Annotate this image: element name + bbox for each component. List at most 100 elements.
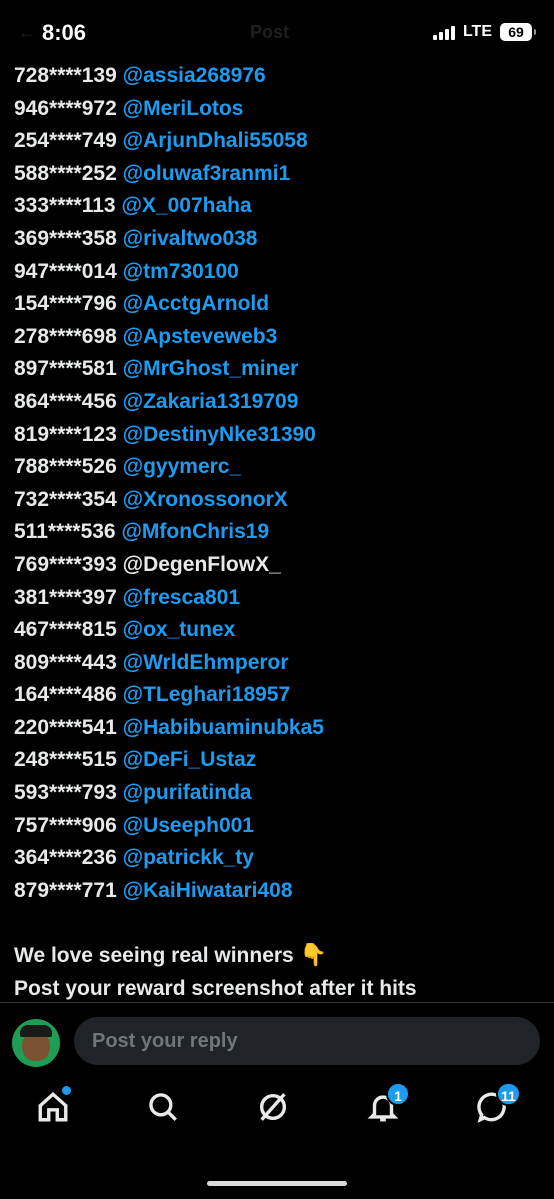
winner-row: 220****541 @Habibuaminubka5 [14, 712, 324, 745]
masked-id: 769****393 [14, 552, 117, 576]
winner-row: 154****796 @AcctgArnold [14, 288, 324, 321]
tab-search[interactable] [146, 1090, 186, 1130]
post-message: We love seeing real winners 👇 Post your r… [14, 938, 417, 1005]
user-mention-link[interactable]: @rivaltwo038 [123, 227, 258, 250]
winner-row: 593****793 @purifatinda [14, 777, 324, 810]
grok-icon [259, 1093, 287, 1121]
user-mention-link[interactable]: @Useeph001 [123, 814, 254, 837]
user-mention-link[interactable]: @fresca801 [123, 586, 240, 609]
masked-id: 593****793 [14, 781, 117, 805]
search-icon [149, 1093, 177, 1121]
winner-row: 588****252 @oluwaf3ranmi1 [14, 158, 324, 191]
winner-row: 369****358 @rivaltwo038 [14, 223, 324, 256]
masked-id: 947****014 [14, 259, 117, 283]
pointing-down-emoji: 👇 [299, 942, 328, 967]
masked-id: 164****486 [14, 683, 117, 707]
winner-row: 947****014 @tm730100 [14, 256, 324, 289]
user-mention-link[interactable]: @patrickk_ty [123, 846, 254, 869]
user-mention-link[interactable]: @AcctgArnold [123, 292, 269, 315]
user-mention-link[interactable]: @MfonChris19 [121, 520, 269, 543]
home-unread-dot [62, 1086, 71, 1095]
tab-home[interactable] [36, 1086, 76, 1130]
user-mention-link[interactable]: @MeriLotos [123, 97, 244, 120]
winner-row: 788****526 @gyymerc_ [14, 451, 324, 484]
winner-row: 467****815 @ox_tunex [14, 614, 324, 647]
masked-id: 467****815 [14, 618, 117, 642]
reply-bar [0, 1002, 554, 1079]
user-mention-link[interactable]: @DegenFlowX_ [123, 553, 281, 576]
winner-row: 769****393 @DegenFlowX_ [14, 549, 324, 582]
winner-row: 732****354 @XronossonorX [14, 484, 324, 517]
tab-notifications[interactable]: 1 [366, 1082, 410, 1130]
winner-row: 381****397 @fresca801 [14, 582, 324, 615]
faded-post-title: Post [250, 22, 290, 42]
user-mention-link[interactable]: @X_007haha [121, 194, 251, 217]
user-mention-link[interactable]: @Zakaria1319709 [123, 390, 299, 413]
user-mention-link[interactable]: @XronossonorX [123, 488, 288, 511]
status-indicators: LTE 69 [432, 23, 536, 41]
network-label: LTE [462, 23, 492, 40]
user-mention-link[interactable]: @Habibuaminubka5 [123, 716, 324, 739]
masked-id: 369****358 [14, 226, 117, 250]
status-bar: ← Post 8:06 LTE 69 [0, 0, 554, 64]
user-mention-link[interactable]: @WrldEhmperor [123, 651, 289, 674]
user-mention-link[interactable]: @ox_tunex [123, 618, 236, 641]
home-icon [38, 1091, 68, 1122]
masked-id: 864****456 [14, 389, 117, 413]
message-line-1: We love seeing real winners [14, 944, 294, 967]
tab-grok[interactable] [256, 1090, 296, 1130]
masked-id: 728****139 [14, 64, 117, 87]
battery-icon: 69 [500, 23, 536, 41]
reply-input[interactable] [74, 1017, 540, 1065]
messages-badge: 11 [496, 1082, 521, 1106]
user-mention-link[interactable]: @MrGhost_miner [123, 357, 299, 380]
masked-id: 788****526 [14, 455, 117, 479]
faded-back-arrow-icon: ← [18, 22, 36, 42]
winner-row: 879****771 @KaiHiwatari408 [14, 875, 324, 908]
masked-id: 732****354 [14, 487, 117, 511]
winner-row: 278****698 @Apsteveweb3 [14, 321, 324, 354]
winner-row: 364****236 @patrickk_ty [14, 842, 324, 875]
winner-row: 757****906 @Useeph001 [14, 810, 324, 843]
user-mention-link[interactable]: @DestinyNke31390 [123, 423, 316, 446]
notifications-badge: 1 [386, 1082, 410, 1106]
avatar-cap [20, 1025, 52, 1037]
masked-id: 819****123 [14, 422, 117, 446]
winner-row: 248****515 @DeFi_Ustaz [14, 744, 324, 777]
winner-row: 164****486 @TLeghari18957 [14, 679, 324, 712]
masked-id: 946****972 [14, 96, 117, 120]
user-mention-link[interactable]: @TLeghari18957 [123, 683, 291, 706]
winner-row: 819****123 @DestinyNke31390 [14, 419, 324, 452]
user-mention-link[interactable]: @oluwaf3ranmi1 [123, 162, 291, 185]
user-mention-link[interactable]: @Apsteveweb3 [123, 325, 278, 348]
masked-id: 897****581 [14, 357, 117, 381]
user-mention-link[interactable]: @DeFi_Ustaz [123, 748, 257, 771]
user-mention-link[interactable]: @gyymerc_ [123, 455, 242, 478]
winner-row: 809****443 @WrldEhmperor [14, 647, 324, 680]
user-mention-link[interactable]: @KaiHiwatari408 [123, 879, 293, 902]
winner-row: 864****456 @Zakaria1319709 [14, 386, 324, 419]
avatar[interactable] [12, 1019, 60, 1067]
masked-id: 511****536 [14, 520, 116, 544]
masked-id: 381****397 [14, 585, 117, 609]
winner-row: 511****536 @MfonChris19 [14, 516, 324, 549]
masked-id: 220****541 [14, 715, 117, 739]
winner-row: 897****581 @MrGhost_miner [14, 353, 324, 386]
masked-id: 879****771 [14, 878, 117, 902]
status-time: 8:06 [42, 20, 87, 45]
user-mention-link[interactable]: @ArjunDhali55058 [123, 129, 308, 152]
masked-id: 809****443 [14, 650, 117, 674]
masked-id: 588****252 [14, 161, 117, 185]
tab-messages[interactable]: 11 [476, 1082, 521, 1130]
user-mention-link[interactable]: @purifatinda [123, 781, 252, 804]
masked-id: 364****236 [14, 846, 117, 870]
user-mention-link[interactable]: @assia268976 [123, 64, 266, 87]
user-mention-link[interactable]: @tm730100 [123, 260, 239, 283]
home-indicator [207, 1181, 347, 1186]
bottom-tab-bar: 1 11 [0, 1078, 554, 1148]
signal-icon [432, 24, 455, 40]
winner-row: 728****139 @assia268976 [14, 60, 324, 93]
masked-id: 278****698 [14, 324, 117, 348]
winner-row: 333****113 @X_007haha [14, 190, 324, 223]
winner-row: 254****749 @ArjunDhali55058 [14, 125, 324, 158]
